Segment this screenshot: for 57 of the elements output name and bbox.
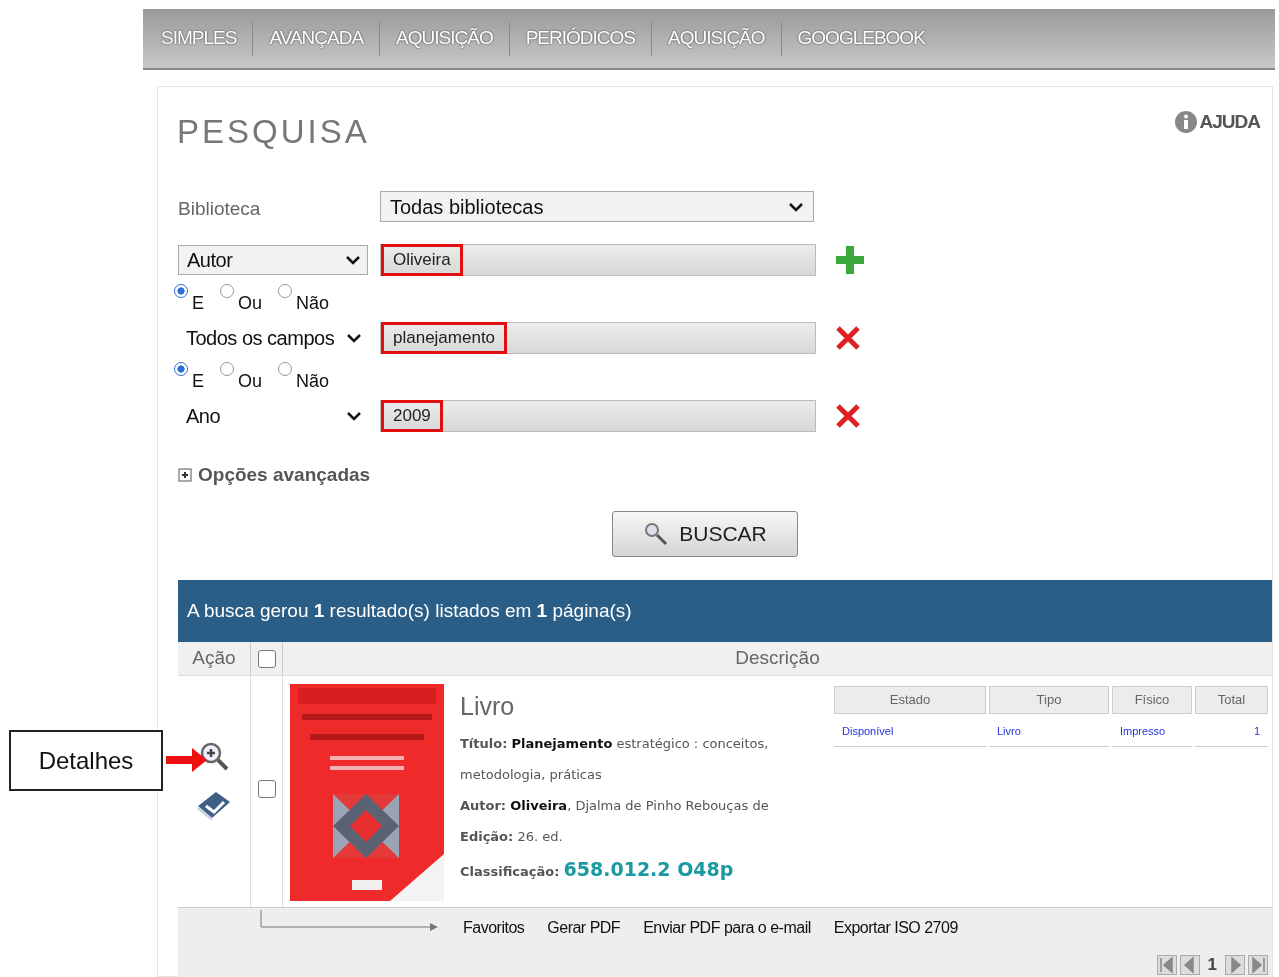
result-action-link[interactable]: Exportar ISO 2709 xyxy=(833,916,958,940)
previous-page-icon[interactable] xyxy=(1179,954,1200,975)
advanced-options-toggle[interactable]: Opções avançadas xyxy=(178,460,371,489)
holdings-cell: 1 xyxy=(1195,717,1268,747)
help-button[interactable]: AJUDA xyxy=(1173,107,1260,137)
operator-radio[interactable]: Ou xyxy=(220,284,263,317)
expand-icon xyxy=(178,467,192,482)
holdings-header: Físico xyxy=(1112,686,1192,714)
search-input[interactable]: Oliveira xyxy=(380,243,816,276)
holdings-header: Tipo xyxy=(989,686,1109,714)
page-title: PESQUISA xyxy=(177,112,370,152)
select-all-checkbox[interactable] xyxy=(257,649,276,668)
search-icon xyxy=(643,521,670,547)
field-select[interactable]: Autor xyxy=(178,244,368,275)
record-type: Livro xyxy=(460,691,516,722)
callout-label: Detalhes xyxy=(38,745,134,776)
column-header: Descrição xyxy=(734,646,821,671)
operator-radio[interactable]: E xyxy=(174,362,204,395)
callout-arrow xyxy=(166,747,208,773)
column-header: Ação xyxy=(178,642,251,675)
last-page-icon[interactable] xyxy=(1248,954,1268,975)
page-number: 1 xyxy=(1206,954,1218,976)
result-action-link[interactable]: Gerar PDF xyxy=(547,916,621,940)
record-classification: Classificação: 658.012.2 O48p xyxy=(460,856,735,882)
holdings-cell: Disponível xyxy=(834,717,986,747)
operator-radio[interactable]: Não xyxy=(278,284,330,317)
record-field: Título: Planejamento estratégico : conceitos, metodologia, práticas xyxy=(460,727,834,790)
chevron-icon xyxy=(346,332,362,343)
holdings-cell: Impresso xyxy=(1112,717,1192,747)
search-button[interactable]: BUSCAR xyxy=(612,511,798,557)
row-checkbox[interactable] xyxy=(257,780,276,798)
close-icon[interactable] xyxy=(834,323,862,352)
field-select[interactable]: Ano xyxy=(178,400,368,431)
chevron-icon xyxy=(788,201,804,212)
close-icon[interactable] xyxy=(834,401,862,430)
record-field: Autor: Oliveira, Djalma de Pinho Rebouças de xyxy=(460,789,834,821)
result-action-link[interactable]: Favoritos xyxy=(463,916,525,940)
search-input[interactable]: 2009 xyxy=(380,399,816,432)
search-input[interactable]: planejamento xyxy=(380,321,816,354)
library-label: Biblioteca xyxy=(178,197,262,222)
first-page-icon[interactable] xyxy=(1156,954,1177,975)
results-summary: A busca gerou 1 resultado(s) listados em 1 página(s) xyxy=(187,598,632,623)
field-select[interactable]: Todos os campos xyxy=(178,322,368,353)
operator-radio[interactable]: Ou xyxy=(220,362,263,395)
result-action-link[interactable]: Enviar PDF para o e-mail xyxy=(643,916,811,940)
chevron-icon xyxy=(345,254,361,265)
operator-radio[interactable]: E xyxy=(174,284,204,317)
info-icon xyxy=(1173,110,1198,134)
holdings-header: Total xyxy=(1195,686,1268,714)
holdings-header: Estado xyxy=(834,686,986,714)
operator-radio[interactable]: Não xyxy=(278,362,330,395)
record-field: Edição: 26. ed. xyxy=(460,820,834,852)
holdings-cell: Livro xyxy=(989,717,1109,747)
next-page-icon[interactable] xyxy=(1225,954,1245,975)
library-select[interactable]: Todas bibliotecas xyxy=(380,191,814,222)
plus-icon[interactable] xyxy=(834,243,866,276)
chevron-icon xyxy=(346,410,362,421)
